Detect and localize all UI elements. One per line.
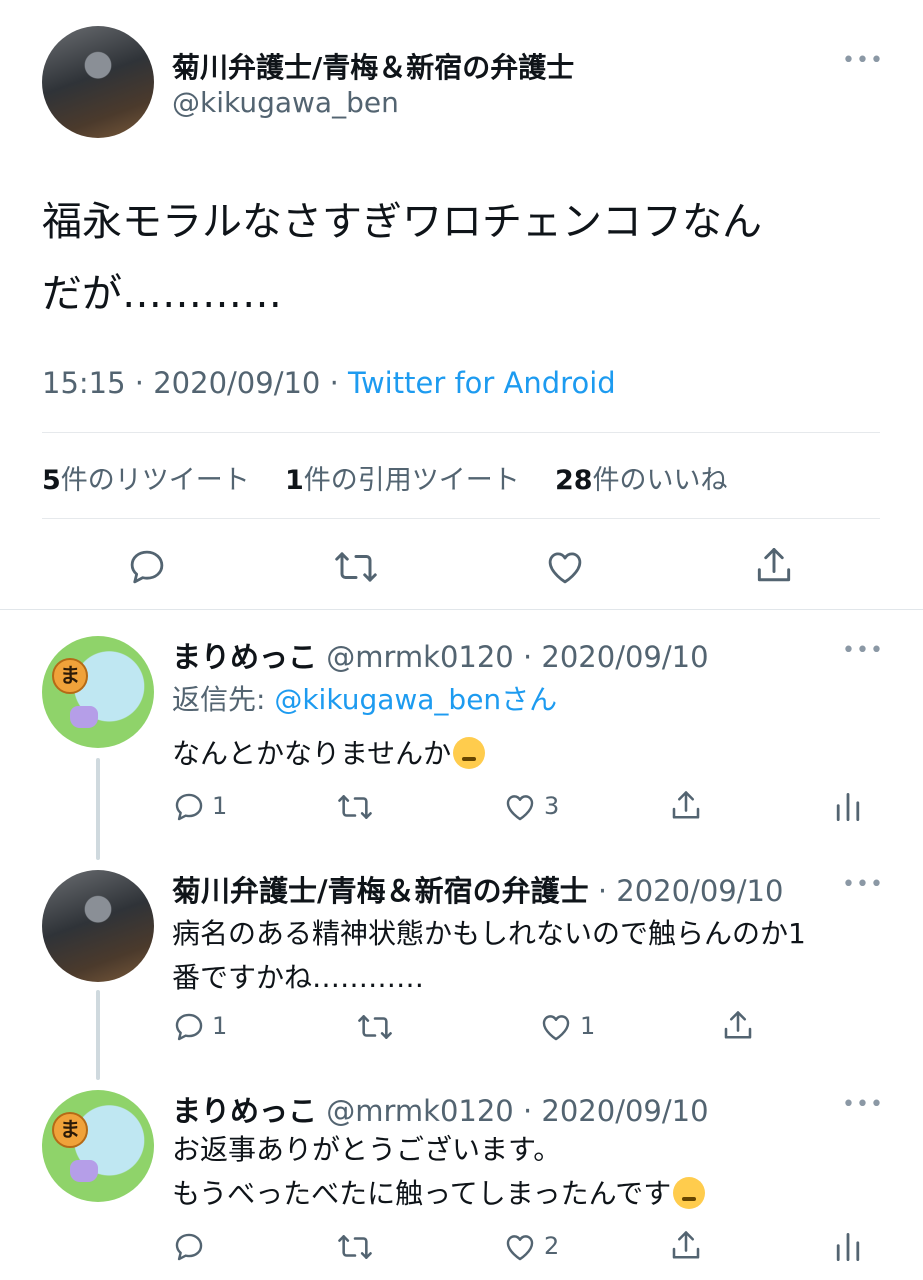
like-icon[interactable] <box>543 546 587 588</box>
reply-display-name[interactable]: 菊川弁護士/青梅＆新宿の弁護士 <box>172 874 589 908</box>
reply-date[interactable]: 2020/09/10 <box>541 640 708 674</box>
tweet-source[interactable]: Twitter for Android <box>348 366 616 400</box>
divider <box>42 432 880 433</box>
avatar-badge: ま <box>52 1112 88 1148</box>
tweet-time[interactable]: 15:15 <box>42 366 126 400</box>
reply-header: 菊川弁護士/青梅＆新宿の弁護士 · 2020/09/10 <box>172 868 783 910</box>
reply-text: 病名のある精神状態かもしれないので触らんのか1 番ですかね………… <box>172 912 806 1000</box>
retweet-icon[interactable] <box>336 790 374 824</box>
more-options-icon[interactable]: ••• <box>842 638 884 663</box>
reply-text: お返事ありがとうございます。 もうべったべたに触ってしまったんです <box>172 1128 706 1216</box>
reply-icon[interactable] <box>172 1010 206 1044</box>
likes-label: 件のいいね <box>592 465 728 496</box>
tweet-text-line: 福永モラルなさすぎワロチェンコフなん <box>42 199 762 245</box>
tweet-stats: 5件のリツイート 1件の引用ツイート 28件のいいね <box>42 458 728 497</box>
like-icon[interactable] <box>502 1230 538 1264</box>
share-icon[interactable] <box>668 1228 704 1264</box>
tweet-text-line: だが………… <box>42 271 282 317</box>
cat-icon <box>70 1160 98 1182</box>
author-handle[interactable]: @kikugawa_ben <box>172 86 399 119</box>
reply-date[interactable]: 2020/09/10 <box>541 1094 708 1128</box>
section-divider <box>0 609 923 610</box>
reply-count: 1 <box>212 792 228 820</box>
reply-date[interactable]: 2020/09/10 <box>616 874 783 908</box>
reply-display-name[interactable]: まりめっこ <box>172 1094 317 1128</box>
retweets-stat[interactable]: 5件のリツイート <box>42 465 258 496</box>
loudly-crying-face-icon <box>673 1177 706 1209</box>
like-count: 2 <box>544 1232 560 1260</box>
reply-to-label: 返信先: <box>172 683 266 716</box>
reply-text-line: 番ですかね………… <box>172 961 425 994</box>
more-options-icon[interactable]: ••• <box>842 48 884 73</box>
cat-icon <box>70 706 98 728</box>
divider <box>42 518 880 519</box>
like-count: 1 <box>580 1012 596 1040</box>
retweet-icon[interactable] <box>333 546 379 588</box>
thread-line <box>96 758 100 860</box>
reply-display-name[interactable]: まりめっこ <box>172 640 317 674</box>
analytics-icon[interactable] <box>834 790 862 824</box>
retweet-icon[interactable] <box>336 1230 374 1264</box>
like-count: 3 <box>544 792 560 820</box>
likes-count: 28 <box>554 465 593 496</box>
reply-handle[interactable]: @mrmk0120 <box>326 640 514 674</box>
crying-face-icon <box>453 737 486 769</box>
reply-icon[interactable] <box>172 1230 206 1264</box>
reply-text-line: なんとかなりませんか <box>172 737 452 770</box>
author-avatar[interactable] <box>42 26 154 138</box>
reply-header: まりめっこ @mrmk0120 · 2020/09/10 <box>172 1088 709 1130</box>
share-icon[interactable] <box>752 544 796 588</box>
quotes-label: 件の引用ツイート <box>303 465 520 496</box>
reply-count: 1 <box>212 1012 228 1040</box>
reply-text-line: 病名のある精神状態かもしれないので触らんのか1 <box>172 917 806 950</box>
reply-text: なんとかなりませんか <box>172 732 486 772</box>
reply-text-span: もうべったべたに触ってしまったんです <box>172 1177 672 1210</box>
reply-icon[interactable] <box>126 546 168 588</box>
likes-stat[interactable]: 28件のいいね <box>555 465 728 496</box>
meta-separator: · <box>522 1094 533 1128</box>
tweet-date[interactable]: 2020/09/10 <box>153 366 320 400</box>
meta-separator: · <box>329 366 349 400</box>
tweet-text: 福永モラルなさすぎワロチェンコフなん だが………… <box>42 186 762 330</box>
meta-separator: · <box>134 366 154 400</box>
avatar-badge: ま <box>52 658 88 694</box>
reply-avatar[interactable] <box>42 870 154 982</box>
analytics-icon[interactable] <box>834 1230 862 1264</box>
meta-separator: · <box>522 640 533 674</box>
retweets-count: 5 <box>42 465 61 496</box>
reply-text-line: お返事ありがとうございます。 <box>172 1133 562 1166</box>
reply-avatar[interactable]: ま <box>42 636 154 748</box>
reply-to-handle[interactable]: @kikugawa_benさん <box>274 683 557 716</box>
reply-to-line: 返信先: @kikugawa_benさん <box>172 678 557 718</box>
share-icon[interactable] <box>668 788 704 824</box>
quotes-stat[interactable]: 1件の引用ツイート <box>285 465 528 496</box>
retweet-icon[interactable] <box>356 1010 394 1044</box>
like-icon[interactable] <box>502 790 538 824</box>
meta-separator: · <box>597 874 608 908</box>
more-options-icon[interactable]: ••• <box>842 1092 884 1117</box>
like-icon[interactable] <box>538 1010 574 1044</box>
reply-handle[interactable]: @mrmk0120 <box>326 1094 514 1128</box>
reply-text-line: もうべったべたに触ってしまったんです <box>172 1172 706 1216</box>
reply-header: まりめっこ @mrmk0120 · 2020/09/10 <box>172 634 709 676</box>
quotes-count: 1 <box>284 465 304 496</box>
share-icon[interactable] <box>720 1008 756 1044</box>
more-options-icon[interactable]: ••• <box>842 872 884 897</box>
reply-avatar[interactable]: ま <box>42 1090 154 1202</box>
thread-line <box>96 990 100 1080</box>
reply-icon[interactable] <box>172 790 206 824</box>
retweets-label: 件のリツイート <box>60 465 250 496</box>
author-display-name[interactable]: 菊川弁護士/青梅＆新宿の弁護士 <box>172 46 574 86</box>
tweet-meta: 15:15 · 2020/09/10 · Twitter for Android <box>42 366 616 400</box>
